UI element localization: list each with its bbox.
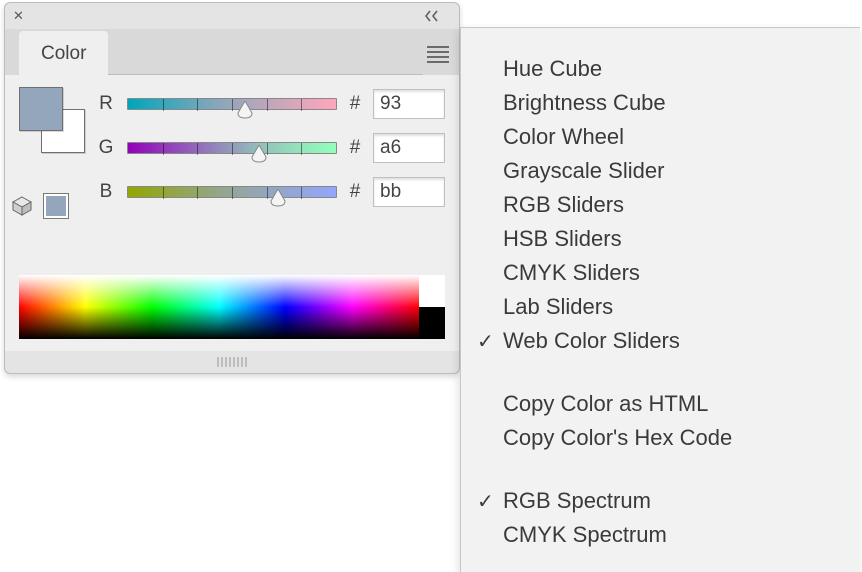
slider-row-b: B: [95, 177, 445, 207]
panel-titlebar[interactable]: ✕: [5, 3, 459, 29]
hash-b: #: [347, 181, 363, 203]
hex-input-g[interactable]: [373, 133, 445, 163]
panel-flyout-menu: Hue Cube Brightness Cube Color Wheel Graysc…: [460, 27, 860, 572]
tab-color[interactable]: Color: [19, 31, 108, 76]
foreground-swatch[interactable]: [19, 87, 63, 131]
menu-item[interactable]: Hue Cube: [461, 52, 860, 86]
slider-track-b[interactable]: [127, 181, 337, 203]
check-icon: ✓: [477, 329, 503, 354]
menu-item-label: Lab Sliders: [503, 294, 613, 320]
hash-g: #: [347, 137, 363, 159]
cube-icon[interactable]: [11, 195, 33, 217]
black-swatch[interactable]: [419, 307, 445, 339]
menu-item[interactable]: Lab Sliders: [461, 290, 860, 324]
menu-item[interactable]: ✓RGB Spectrum: [461, 484, 860, 518]
menu-item[interactable]: Copy Color as HTML: [461, 387, 860, 421]
menu-group-copy: Copy Color as HTML Copy Color's Hex Code: [461, 387, 860, 455]
slider-row-r: R: [95, 89, 445, 119]
menu-item-label: Color Wheel: [503, 124, 624, 150]
current-color-chip[interactable]: [43, 193, 69, 219]
white-swatch[interactable]: [419, 275, 445, 307]
slider-thumb-g[interactable]: [250, 145, 268, 163]
menu-item[interactable]: HSB Sliders: [461, 222, 860, 256]
hash-r: #: [347, 93, 363, 115]
menu-item-label: Copy Color's Hex Code: [503, 425, 732, 451]
rgb-spectrum[interactable]: [19, 275, 419, 339]
menu-item-label: Copy Color as HTML: [503, 391, 708, 417]
panel-menu-icon[interactable]: [423, 42, 453, 67]
menu-item-label: CMYK Sliders: [503, 260, 640, 286]
menu-item[interactable]: Copy Color's Hex Code: [461, 421, 860, 455]
menu-item-label: Hue Cube: [503, 56, 602, 82]
slider-label-g: G: [95, 137, 117, 159]
menu-item[interactable]: Grayscale Slider: [461, 154, 860, 188]
slider-label-r: R: [95, 93, 117, 115]
fg-bg-swatches[interactable]: [19, 87, 89, 157]
tab-bar: Color: [5, 29, 459, 75]
menu-item-label: CMYK Spectrum: [503, 522, 667, 548]
color-panel: ✕ Color R: [4, 2, 460, 374]
menu-separator: [461, 372, 860, 373]
menu-item[interactable]: RGB Sliders: [461, 188, 860, 222]
menu-group-modes: Hue Cube Brightness Cube Color Wheel Graysc…: [461, 52, 860, 358]
rgb-sliders: R: [95, 89, 445, 207]
slider-label-b: B: [95, 181, 117, 203]
check-icon: ✓: [477, 489, 503, 514]
slider-thumb-r[interactable]: [236, 101, 254, 119]
slider-row-g: G: [95, 133, 445, 163]
menu-item-label: RGB Spectrum: [503, 488, 651, 514]
slider-track-r[interactable]: [127, 93, 337, 115]
menu-item-label: Web Color Sliders: [503, 328, 680, 354]
menu-item-label: Grayscale Slider: [503, 158, 664, 184]
menu-item-label: RGB Sliders: [503, 192, 624, 218]
menu-group-spectrum: ✓RGB Spectrum CMYK Spectrum: [461, 484, 860, 552]
slider-track-g[interactable]: [127, 137, 337, 159]
menu-separator: [461, 469, 860, 470]
menu-item-label: HSB Sliders: [503, 226, 622, 252]
panel-body: R: [5, 75, 459, 351]
menu-item[interactable]: CMYK Sliders: [461, 256, 860, 290]
collapse-icon[interactable]: [425, 10, 451, 22]
menu-item[interactable]: ✓Web Color Sliders: [461, 324, 860, 358]
menu-item-label: Brightness Cube: [503, 90, 666, 116]
close-icon[interactable]: ✕: [13, 8, 24, 24]
hex-input-r[interactable]: [373, 89, 445, 119]
bw-column[interactable]: [419, 275, 445, 339]
hex-input-b[interactable]: [373, 177, 445, 207]
menu-item[interactable]: Brightness Cube: [461, 86, 860, 120]
menu-item[interactable]: CMYK Spectrum: [461, 518, 860, 552]
menu-item[interactable]: Color Wheel: [461, 120, 860, 154]
spectrum-strip[interactable]: [19, 275, 445, 339]
panel-resize-grip[interactable]: [5, 351, 459, 373]
slider-thumb-b[interactable]: [269, 189, 287, 207]
